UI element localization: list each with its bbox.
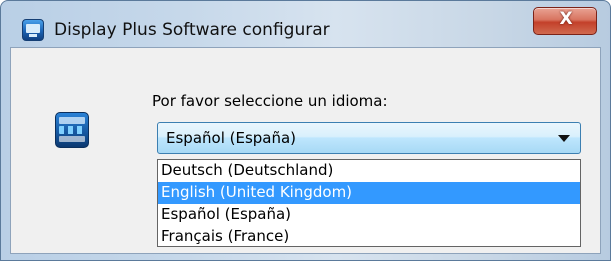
close-icon: X <box>559 9 573 29</box>
title-bar[interactable]: Display Plus Software configurar X <box>1 1 610 47</box>
display-plus-icon <box>22 19 44 41</box>
language-select-value: Español (España) <box>166 129 297 147</box>
language-prompt: Por favor seleccione un idioma: <box>152 92 388 110</box>
close-button[interactable]: X <box>533 7 597 35</box>
language-select[interactable]: Español (España) <box>157 122 581 154</box>
dialog-window: Display Plus Software configurar X Por f… <box>0 0 611 261</box>
dialog-content: Por favor seleccione un idioma: Español … <box>10 47 601 254</box>
language-dropdown-list: Deutsch (Deutschland) English (United Ki… <box>157 159 581 247</box>
language-option-espanol[interactable]: Español (España) <box>158 204 580 226</box>
chevron-down-icon[interactable] <box>558 135 570 142</box>
display-plus-app-icon <box>55 112 89 148</box>
language-option-deutsch[interactable]: Deutsch (Deutschland) <box>158 160 580 182</box>
language-option-francais[interactable]: Français (France) <box>158 226 580 248</box>
language-option-english[interactable]: English (United Kingdom) <box>158 182 580 204</box>
window-title: Display Plus Software configurar <box>54 20 330 40</box>
